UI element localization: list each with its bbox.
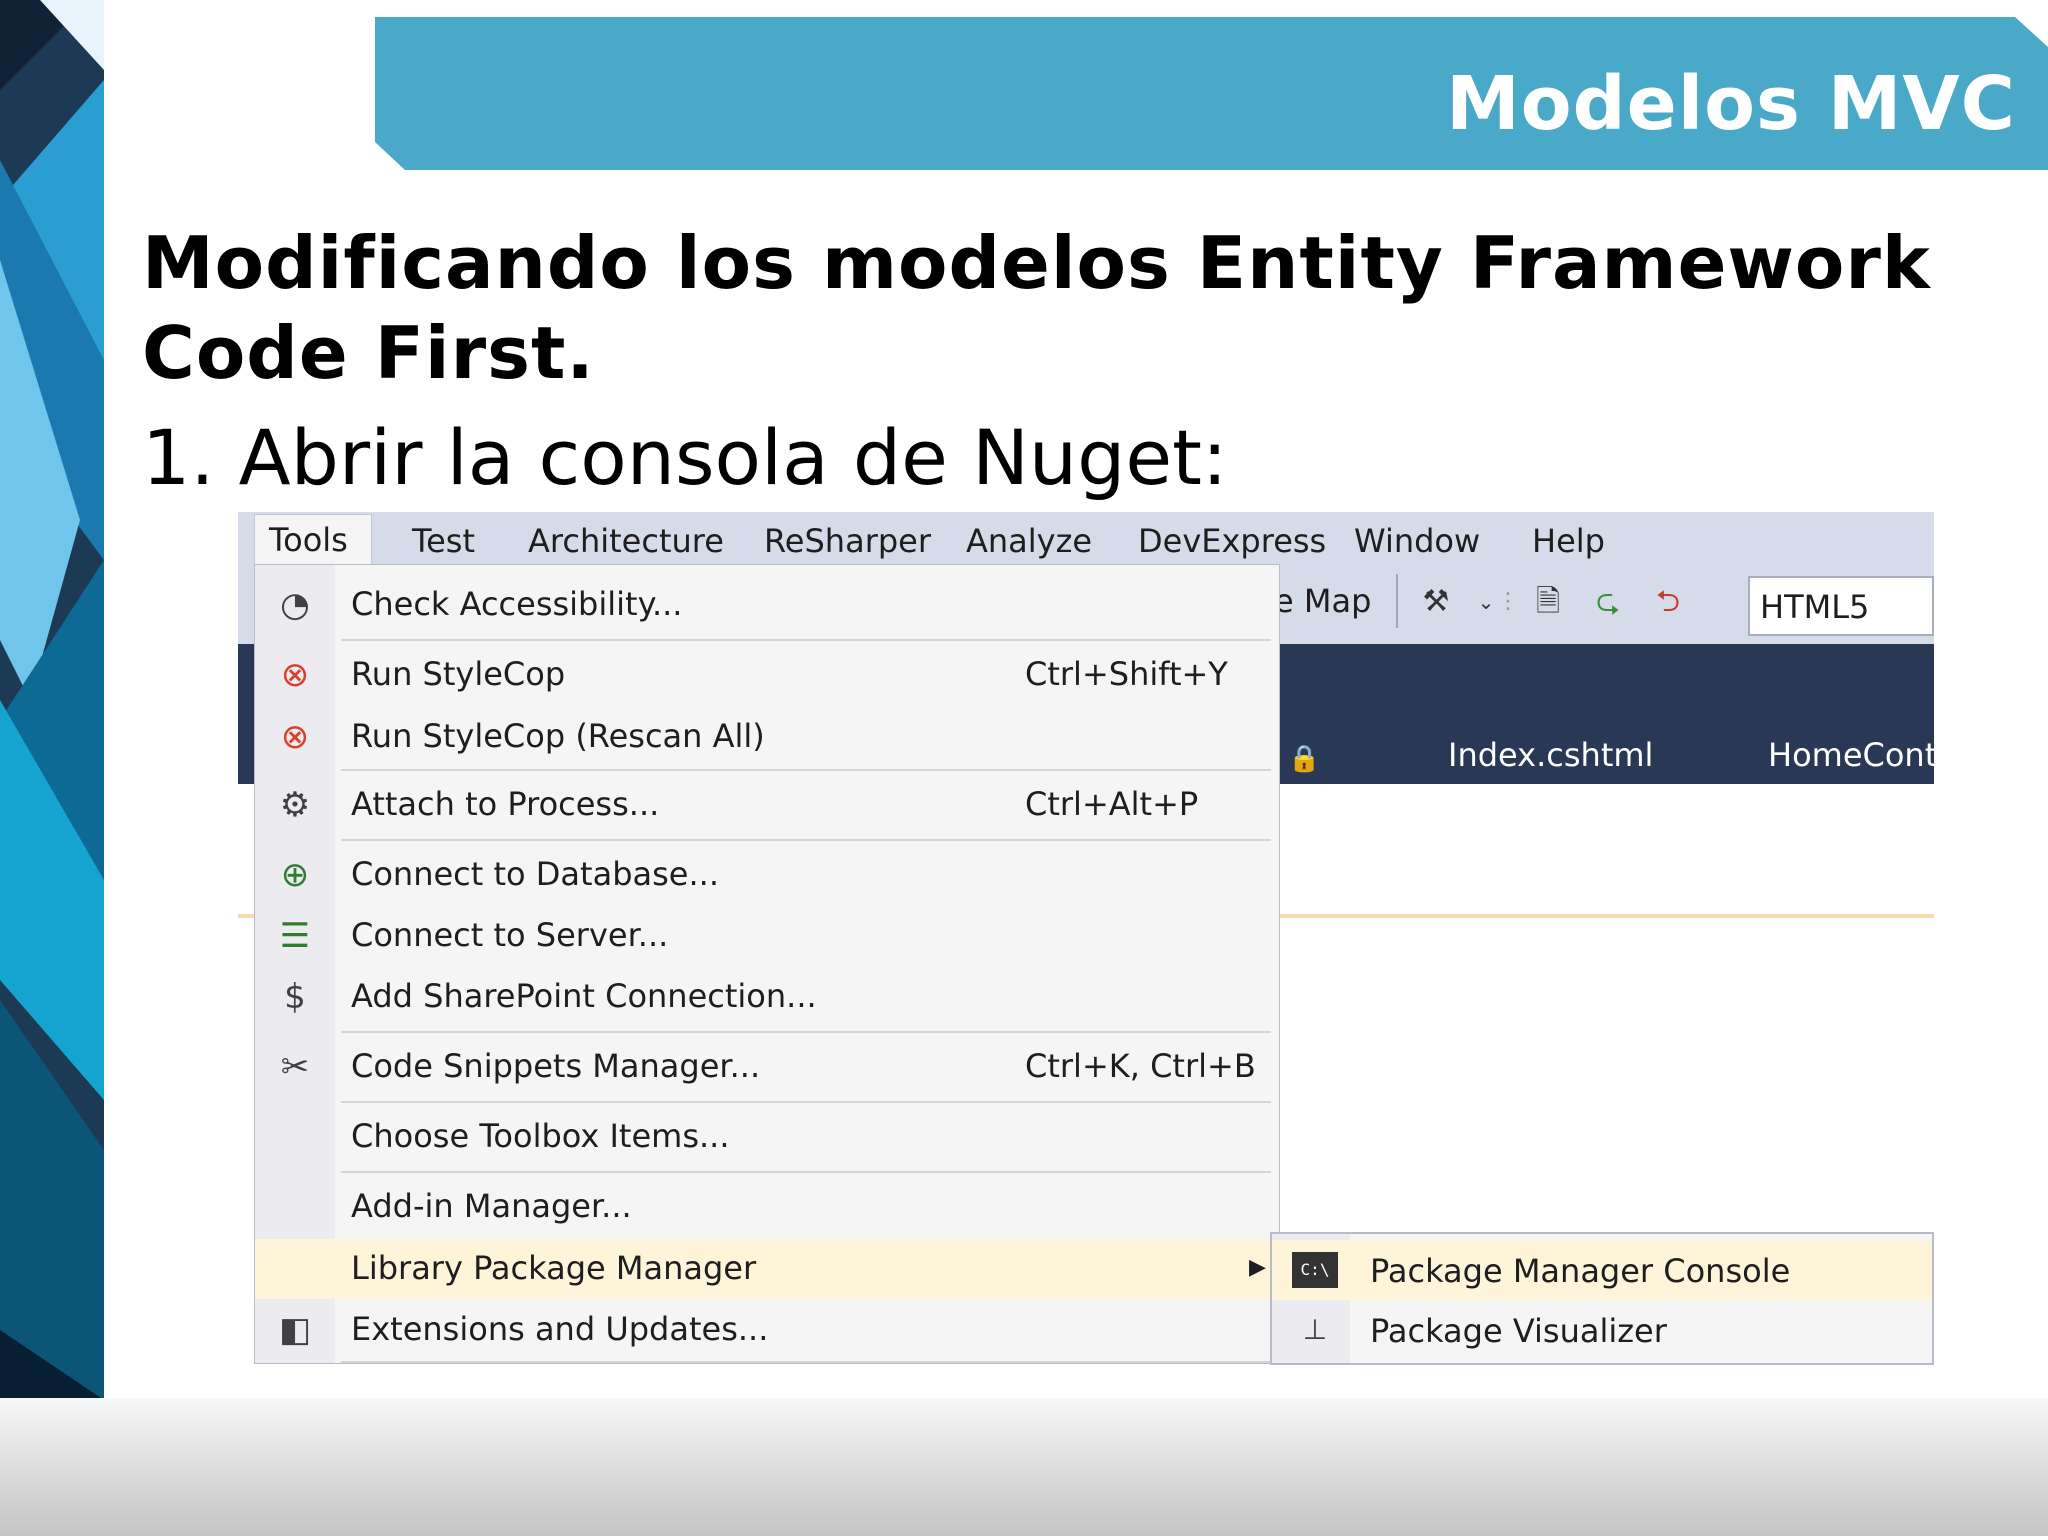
- menu-window[interactable]: Window: [1354, 522, 1480, 560]
- library-package-manager-submenu: C:\ Package Manager Console ⊥ Package Vi…: [1270, 1232, 1934, 1365]
- snippets-icon: ✂: [280, 1047, 310, 1087]
- gears-icon: ⚙: [279, 785, 311, 825]
- menu-item-package-visualizer[interactable]: ⊥ Package Visualizer: [1272, 1300, 1932, 1360]
- sharepoint-icon: $: [284, 977, 306, 1017]
- hierarchy-icon: ⊥: [1302, 1313, 1328, 1346]
- left-decoration: [0, 0, 104, 1536]
- lock-icon: 🔒: [1288, 744, 1321, 774]
- extensions-icon: ◧: [278, 1310, 312, 1350]
- menu-separator: [341, 839, 1271, 841]
- console-icon: C:\: [1292, 1252, 1338, 1288]
- menu-item-choose-toolbox[interactable]: Choose Toolbox Items...: [255, 1107, 1279, 1167]
- menu-analyze[interactable]: Analyze: [966, 522, 1092, 560]
- server-connect-icon: ☰: [279, 916, 311, 956]
- tab-homecontroller[interactable]: HomeCont: [1768, 736, 1934, 774]
- menu-item-package-manager-console[interactable]: C:\ Package Manager Console: [1272, 1240, 1932, 1300]
- menu-item-run-stylecop-rescan[interactable]: ⊗ Run StyleCop (Rescan All): [255, 707, 1279, 767]
- menu-tools[interactable]: Tools: [254, 514, 372, 564]
- tools-menu: ◔ Check Accessibility... ⊗ Run StyleCop …: [254, 564, 1280, 1364]
- tab-index-cshtml[interactable]: Index.cshtml: [1448, 736, 1653, 774]
- toolbar-separator: [1396, 574, 1398, 628]
- remove-comment-icon[interactable]: ⮌: [1648, 582, 1688, 622]
- menu-separator: [341, 639, 1271, 641]
- menu-item-code-snippets[interactable]: ✂ Code Snippets Manager... Ctrl+K, Ctrl+…: [255, 1037, 1279, 1097]
- format-tool-icon[interactable]: ⚒: [1416, 582, 1456, 622]
- menu-item-extensions-updates[interactable]: ◧ Extensions and Updates...: [255, 1300, 1279, 1360]
- toolbar-map-label[interactable]: e Map: [1274, 582, 1371, 620]
- menu-architecture[interactable]: Architecture: [528, 522, 724, 560]
- menu-item-connect-database[interactable]: ⊕ Connect to Database...: [255, 845, 1279, 905]
- menu-help[interactable]: Help: [1532, 522, 1605, 560]
- add-comment-icon[interactable]: ⮎: [1588, 582, 1628, 622]
- document-icon[interactable]: 🗎: [1528, 582, 1568, 622]
- menu-separator: [341, 1031, 1271, 1033]
- menu-item-connect-server[interactable]: ☰ Connect to Server...: [255, 906, 1279, 966]
- menu-item-add-sharepoint[interactable]: $ Add SharePoint Connection...: [255, 967, 1279, 1027]
- menu-resharper[interactable]: ReSharper: [764, 522, 931, 560]
- accessibility-icon: ◔: [280, 585, 310, 625]
- menu-separator: [341, 1101, 1271, 1103]
- menu-item-library-package-manager[interactable]: Library Package Manager ▶: [255, 1239, 1279, 1299]
- submenu-arrow-icon: ▶: [1249, 1255, 1266, 1280]
- header-banner: Modelos MVC: [375, 17, 2048, 170]
- visual-studio-screenshot: Tools Test Architecture ReSharper Analyz…: [238, 512, 1934, 1365]
- slide-subtitle: Modificando los modelos Entity Framework…: [142, 221, 1931, 395]
- menu-test[interactable]: Test: [412, 522, 475, 560]
- menu-bar: Tools Test Architecture ReSharper Analyz…: [238, 512, 1934, 564]
- menu-separator: [341, 769, 1271, 771]
- menu-separator: [341, 1361, 1271, 1363]
- menu-item-attach-process[interactable]: ⚙ Attach to Process... Ctrl+Alt+P: [255, 775, 1279, 835]
- menu-item-check-accessibility[interactable]: ◔ Check Accessibility...: [255, 575, 1279, 635]
- menu-devexpress[interactable]: DevExpress: [1138, 522, 1326, 560]
- grip-icon: ⋮: [1497, 589, 1519, 614]
- menu-item-addin-manager[interactable]: Add-in Manager...: [255, 1177, 1279, 1237]
- stylecop-icon: ⊗: [280, 717, 310, 757]
- stylecop-icon: ⊗: [280, 655, 310, 695]
- menu-item-run-stylecop[interactable]: ⊗ Run StyleCop Ctrl+Shift+Y: [255, 645, 1279, 705]
- slide-title: Modelos MVC: [1446, 61, 2016, 147]
- menu-separator: [341, 1171, 1271, 1173]
- schema-selector[interactable]: HTML5: [1748, 576, 1934, 636]
- bottom-band: [0, 1398, 2048, 1536]
- step-instruction: 1. Abrir la consola de Nuget:: [142, 413, 1228, 502]
- database-connect-icon: ⊕: [280, 855, 310, 895]
